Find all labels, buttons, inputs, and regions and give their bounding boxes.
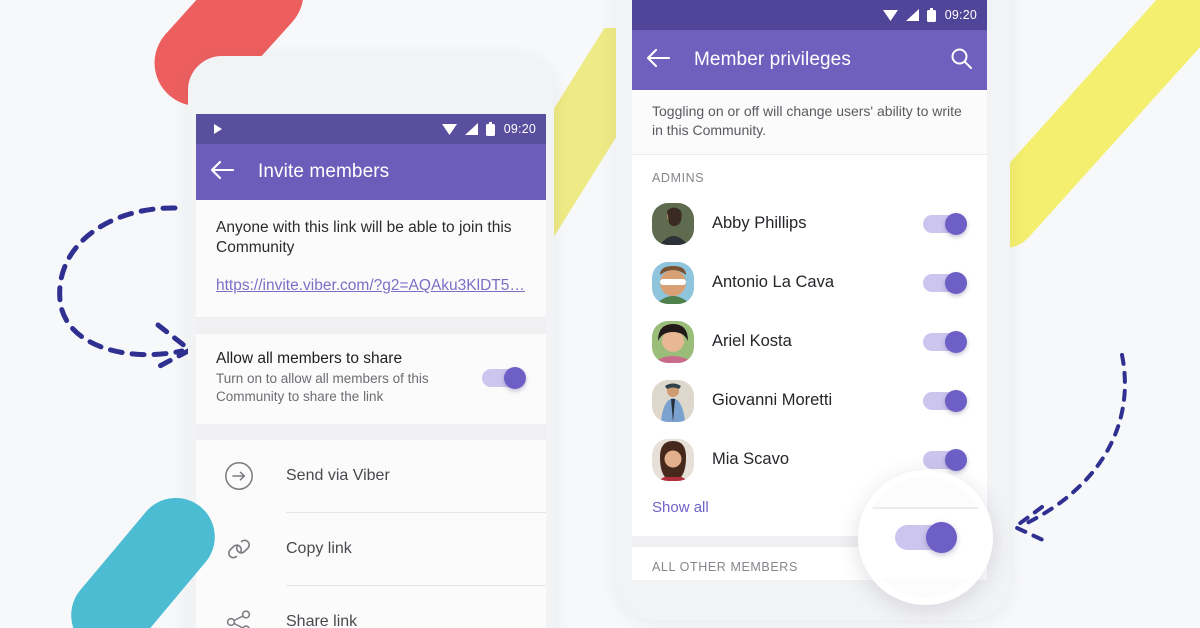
dashed-arrow-right [1011,353,1127,543]
member-toggle[interactable] [923,271,967,294]
member-toggle[interactable] [923,389,967,412]
right-status-bar: 09:20 [632,0,987,30]
avatar [652,438,694,481]
member-row[interactable]: Giovanni Moretti [632,371,987,431]
invite-link[interactable]: https://invite.viber.com/?g2=AQAku3KlDT5… [216,277,526,295]
action-label: Send via Viber [286,440,546,513]
invite-intro-text: Anyone with this link will be able to jo… [216,219,512,257]
send-arrow-circle-icon [218,455,260,497]
link-chain-icon [218,528,260,570]
signal-icon [905,9,919,21]
left-app-bar: Invite members [196,144,546,200]
battery-icon [485,122,495,136]
section-gap [196,317,546,334]
magnified-toggle-callout [858,470,993,605]
member-name: Ariel Kosta [712,332,792,351]
member-row[interactable]: Antonio La Cava [632,253,987,313]
left-status-time: 09:20 [503,122,536,136]
allow-share-setting-row[interactable]: Allow all members to share Turn on to al… [196,333,546,424]
action-send-via-viber[interactable]: Send via Viber [196,440,546,513]
wifi-icon [441,123,457,135]
left-app-bar-title: Invite members [258,161,390,182]
action-label: Share link [286,586,546,628]
avatar [652,379,694,422]
back-arrow-icon[interactable] [210,160,235,185]
share-nodes-icon [218,601,260,628]
magnified-toggle[interactable] [894,522,957,553]
action-label: Copy link [286,513,546,586]
member-toggle[interactable] [923,330,967,353]
member-toggle[interactable] [923,212,967,235]
poster-canvas: 09:20 Invite members Anyone with this li… [0,0,1200,628]
dashed-arrow-left [57,205,195,371]
privileges-note: Toggling on or off will change users' ab… [632,90,987,156]
right-app-bar: Member privileges [632,30,987,90]
action-share-link[interactable]: Share link [196,586,546,628]
right-status-time: 09:20 [944,8,977,22]
right-app-bar-title: Member privileges [694,49,851,70]
share-actions-list: Send via Viber Copy link Share link [196,439,546,628]
allow-share-toggle[interactable] [482,366,526,389]
member-name: Mia Scavo [712,450,790,469]
allow-share-subtitle: Turn on to allow all members of this Com… [216,370,429,404]
signal-icon [464,123,478,135]
section-gap-2 [196,423,546,440]
avatar [652,261,694,304]
search-icon[interactable] [949,46,973,75]
left-phone-screen: 09:20 Invite members Anyone with this li… [196,114,546,628]
left-status-bar: 09:20 [196,114,546,144]
member-name: Antonio La Cava [712,273,835,292]
invite-intro-block: Anyone with this link will be able to jo… [196,200,546,318]
wifi-icon [882,9,898,21]
avatar [652,320,694,363]
admins-section-header: ADMINS [632,155,987,195]
back-arrow-icon[interactable] [646,48,671,73]
play-icon [214,124,222,134]
member-row[interactable]: Ariel Kosta [632,312,987,372]
allow-share-title: Allow all members to share [216,349,403,367]
member-name: Abby Phillips [712,214,807,233]
avatar [652,202,694,245]
member-toggle[interactable] [923,448,967,471]
action-copy-link[interactable]: Copy link [196,513,546,586]
member-name: Giovanni Moretti [712,391,833,410]
member-row[interactable]: Abby Phillips [632,194,987,254]
battery-icon [926,8,936,22]
